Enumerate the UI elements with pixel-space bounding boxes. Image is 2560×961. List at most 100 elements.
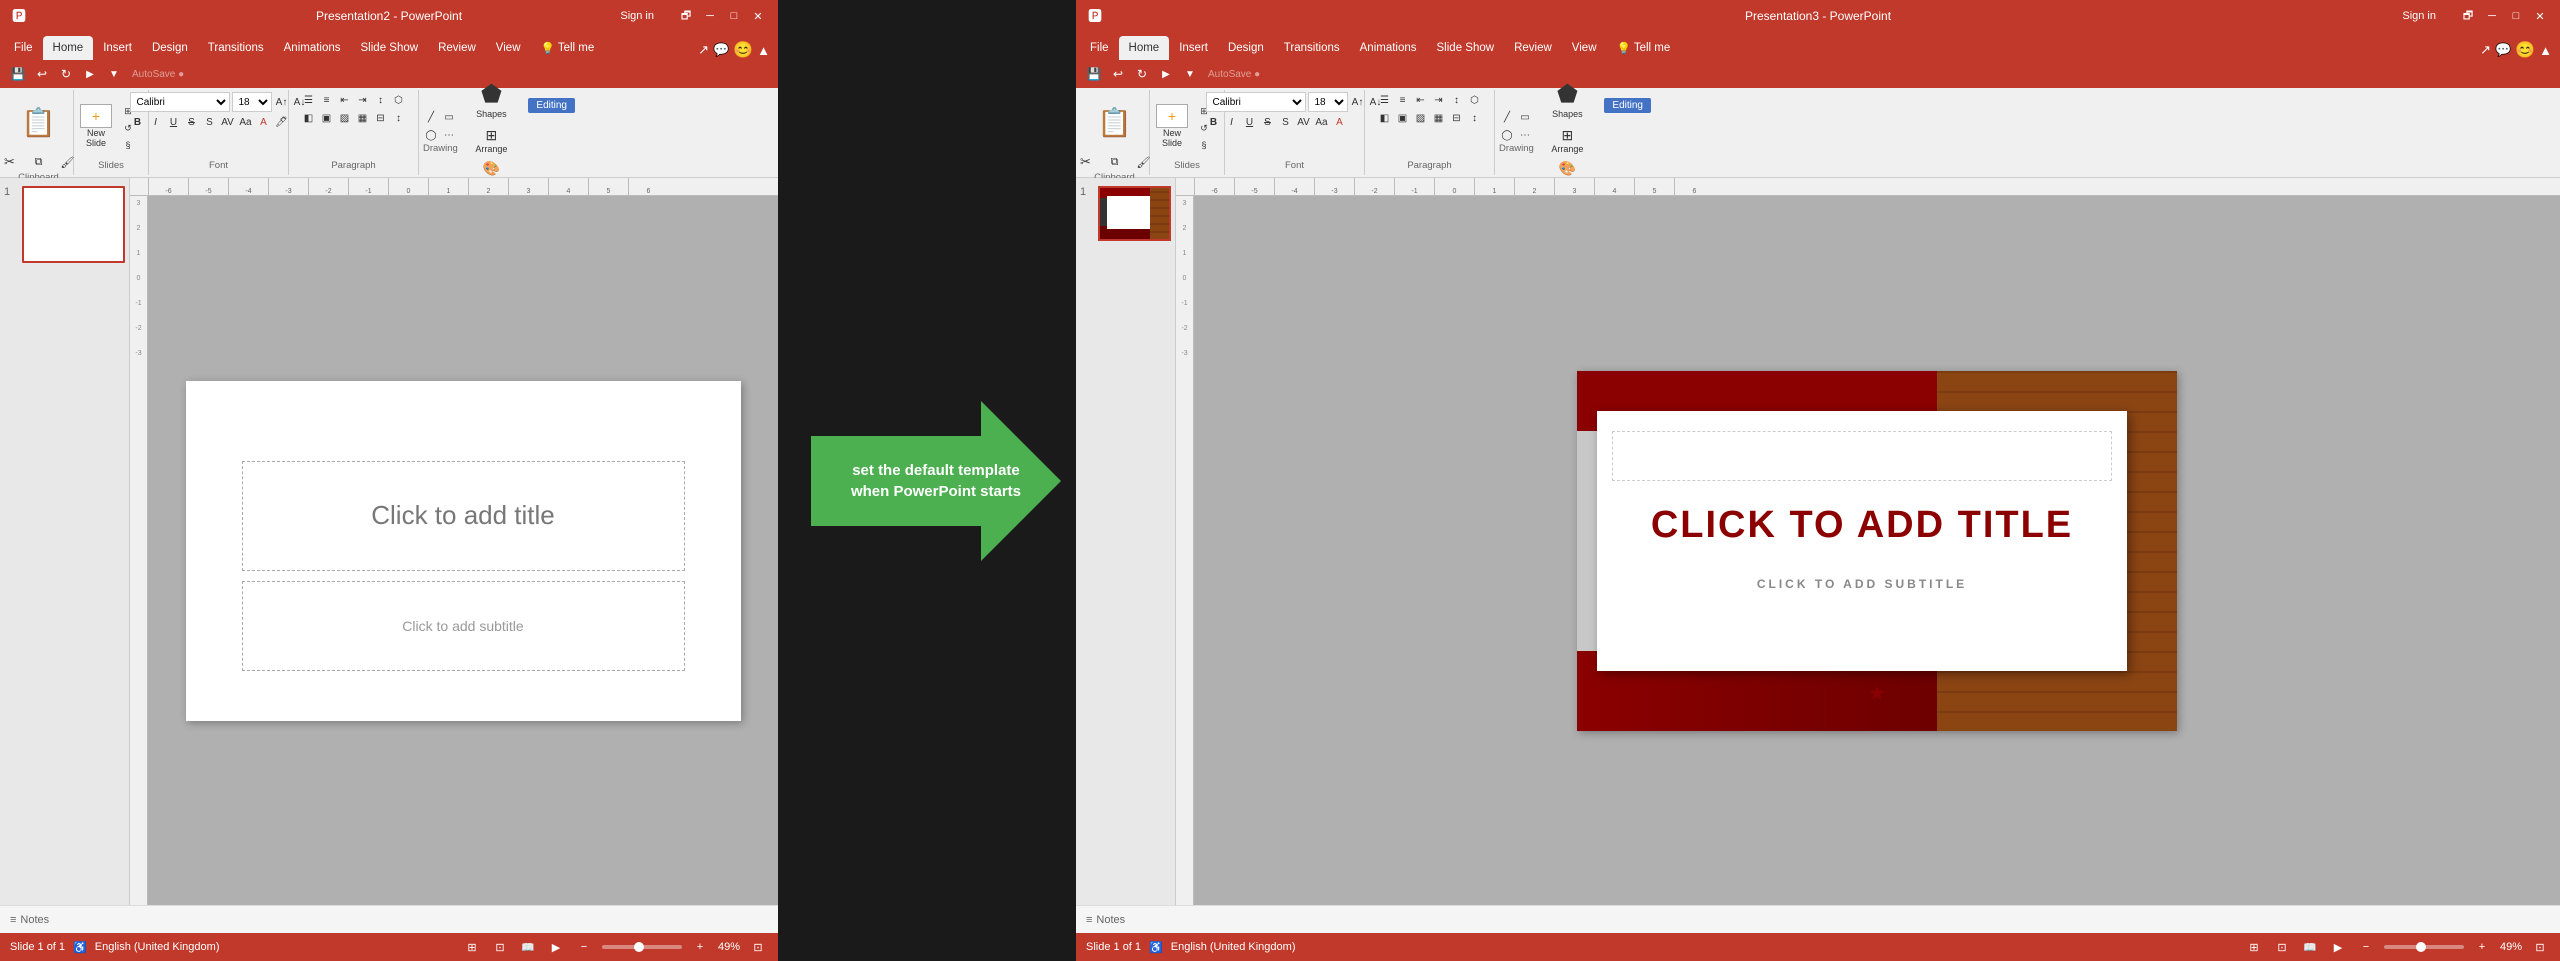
- right-zoom-slider[interactable]: [2384, 945, 2464, 949]
- right-slide-canvas[interactable]: CLICK TO ADD TITLE CLICK TO ADD SUBTITLE…: [1577, 371, 2177, 731]
- left-strikethrough-button[interactable]: S: [184, 114, 200, 130]
- right-bullets-button[interactable]: ☰: [1377, 92, 1393, 108]
- left-font-name-dropdown[interactable]: Calibri: [130, 92, 230, 112]
- right-restore-icon[interactable]: 🗗: [2460, 8, 2476, 24]
- left-tab-design[interactable]: Design: [142, 36, 198, 60]
- right-comments-icon[interactable]: 💬: [2495, 42, 2511, 58]
- right-tab-transitions[interactable]: Transitions: [1274, 36, 1350, 60]
- left-zoom-out-button[interactable]: −: [574, 937, 594, 957]
- left-accessibility-icon[interactable]: ♿: [73, 941, 87, 954]
- left-slide-sorter-button[interactable]: ⊡: [490, 937, 510, 957]
- left-undo-qat-button[interactable]: ↩: [32, 64, 52, 84]
- right-customize-qat-button[interactable]: ▼: [1180, 64, 1200, 84]
- right-convert-to-smartart-button[interactable]: ⬡: [1467, 92, 1483, 108]
- right-align-center-button[interactable]: ▣: [1395, 110, 1411, 126]
- right-tab-file[interactable]: File: [1080, 36, 1119, 60]
- left-normal-view-button[interactable]: ⊞: [462, 937, 482, 957]
- right-text-direction-button[interactable]: ↕: [1449, 92, 1465, 108]
- right-tab-tellme[interactable]: 💡Tell me: [1607, 36, 1681, 60]
- right-char-spacing-button[interactable]: AV: [1296, 114, 1312, 130]
- right-paste-button[interactable]: 📋: [1091, 92, 1138, 152]
- left-shape-oval-button[interactable]: ◯: [423, 127, 439, 143]
- left-increase-indent-button[interactable]: ⇥: [355, 92, 371, 108]
- ribbon-collapse-icon[interactable]: ▲: [757, 43, 770, 58]
- right-presentation-start-qat-button[interactable]: ▶: [1156, 64, 1176, 84]
- right-font-name-dropdown[interactable]: Calibri: [1206, 92, 1306, 112]
- left-tab-home[interactable]: Home: [43, 36, 94, 60]
- right-maximize-button[interactable]: □: [2508, 8, 2524, 24]
- right-tab-view[interactable]: View: [1562, 36, 1607, 60]
- right-redo-qat-button[interactable]: ↻: [1132, 64, 1152, 84]
- left-bullets-button[interactable]: ☰: [301, 92, 317, 108]
- right-font-color-button[interactable]: A: [1332, 114, 1348, 130]
- left-underline-button[interactable]: U: [166, 114, 182, 130]
- left-tab-insert[interactable]: Insert: [93, 36, 142, 60]
- left-char-spacing-button[interactable]: AV: [220, 114, 236, 130]
- right-tab-animations[interactable]: Animations: [1350, 36, 1427, 60]
- left-convert-to-smartart-button[interactable]: ⬡: [391, 92, 407, 108]
- right-shape-oval-button[interactable]: ◯: [1499, 127, 1515, 143]
- left-slide-thumb-1[interactable]: [22, 186, 125, 263]
- right-columns-button[interactable]: ⊟: [1449, 110, 1465, 126]
- left-cut-button[interactable]: ✂: [0, 152, 24, 172]
- left-copy-button[interactable]: ⧉: [25, 152, 53, 172]
- left-tab-file[interactable]: File: [4, 36, 43, 60]
- right-reading-view-button[interactable]: 📖: [2300, 937, 2320, 957]
- right-sign-in-button[interactable]: Sign in: [2402, 10, 2436, 22]
- left-customize-qat-button[interactable]: ▼: [104, 64, 124, 84]
- left-new-slide-button[interactable]: + New Slide: [80, 104, 112, 148]
- right-align-right-button[interactable]: ▨: [1413, 110, 1429, 126]
- left-change-case-button[interactable]: Aa: [238, 114, 254, 130]
- left-tab-review[interactable]: Review: [428, 36, 486, 60]
- right-font-size-dropdown[interactable]: 18: [1308, 92, 1348, 112]
- right-decrease-indent-button[interactable]: ⇤: [1413, 92, 1429, 108]
- left-redo-qat-button[interactable]: ↻: [56, 64, 76, 84]
- left-zoom-in-button[interactable]: +: [690, 937, 710, 957]
- left-subtitle-placeholder[interactable]: Click to add subtitle: [242, 581, 685, 671]
- right-accessibility-icon[interactable]: ♿: [1149, 941, 1163, 954]
- left-restore-icon[interactable]: 🗗: [678, 8, 694, 24]
- right-share-icon[interactable]: ↗: [2480, 42, 2491, 58]
- left-fit-slide-button[interactable]: ⊡: [748, 937, 768, 957]
- right-tab-design[interactable]: Design: [1218, 36, 1274, 60]
- left-tab-view[interactable]: View: [486, 36, 531, 60]
- right-increase-indent-button[interactable]: ⇥: [1431, 92, 1447, 108]
- right-tab-review[interactable]: Review: [1504, 36, 1562, 60]
- left-tab-transitions[interactable]: Transitions: [198, 36, 274, 60]
- right-zoom-in-button[interactable]: +: [2472, 937, 2492, 957]
- right-shape-rect-button[interactable]: ▭: [1517, 109, 1533, 125]
- right-tab-insert[interactable]: Insert: [1169, 36, 1218, 60]
- left-justify-button[interactable]: ▦: [355, 110, 371, 126]
- left-minimize-button[interactable]: ─: [702, 8, 718, 24]
- right-fit-slide-button[interactable]: ⊡: [2530, 937, 2550, 957]
- left-align-right-button[interactable]: ▨: [337, 110, 353, 126]
- right-justify-button[interactable]: ▦: [1431, 110, 1447, 126]
- right-save-qat-button[interactable]: 💾: [1084, 64, 1104, 84]
- right-italic-button[interactable]: I: [1224, 114, 1240, 130]
- right-normal-view-button[interactable]: ⊞: [2244, 937, 2264, 957]
- right-shapes-button[interactable]: ⬟ Shapes: [1544, 76, 1591, 123]
- left-tab-slideshow[interactable]: Slide Show: [351, 36, 429, 60]
- left-shape-rect-button[interactable]: ▭: [441, 109, 457, 125]
- right-shape-line-button[interactable]: ╱: [1499, 109, 1515, 125]
- left-slideshow-view-button[interactable]: ▶: [546, 937, 566, 957]
- left-align-center-button[interactable]: ▣: [319, 110, 335, 126]
- right-new-slide-button[interactable]: + New Slide: [1156, 104, 1188, 148]
- left-text-direction-button[interactable]: ↕: [373, 92, 389, 108]
- right-shadow-button[interactable]: S: [1278, 114, 1294, 130]
- left-title-placeholder[interactable]: Click to add title: [242, 461, 685, 571]
- left-shapes-button[interactable]: ⬟ Shapes: [468, 76, 515, 123]
- right-arrange-button[interactable]: ⊞ Arrange: [1543, 125, 1591, 156]
- right-increase-font-button[interactable]: A↑: [1350, 94, 1366, 110]
- right-notes-bar[interactable]: ≡ Notes: [1076, 905, 2560, 933]
- right-close-button[interactable]: ✕: [2532, 8, 2548, 24]
- right-slide-sorter-button[interactable]: ⊡: [2272, 937, 2292, 957]
- left-shape-line-button[interactable]: ╱: [423, 109, 439, 125]
- right-shape-more-button[interactable]: ⋯: [1517, 127, 1533, 143]
- right-underline-button[interactable]: U: [1242, 114, 1258, 130]
- left-numbering-button[interactable]: ≡: [319, 92, 335, 108]
- left-paste-button[interactable]: 📋: [15, 92, 62, 152]
- left-slide-canvas[interactable]: Click to add title Click to add subtitle: [186, 381, 741, 721]
- left-maximize-button[interactable]: □: [726, 8, 742, 24]
- left-presentation-start-qat-button[interactable]: ▶: [80, 64, 100, 84]
